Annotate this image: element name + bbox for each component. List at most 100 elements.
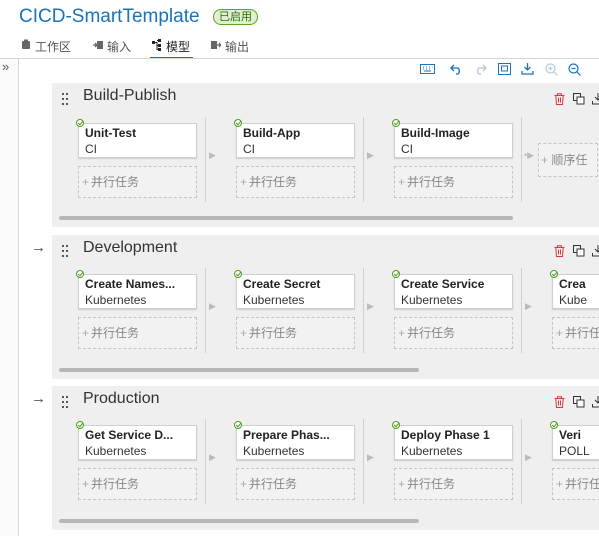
undo-icon[interactable] <box>447 60 465 78</box>
pipeline-canvas[interactable]: Build-Publish Unit-Test CI + 并行任务 ▶ Build… <box>20 59 599 536</box>
add-parallel-task-label: 并行任务 <box>249 175 298 189</box>
add-parallel-task-label: 并行任务 <box>407 326 456 340</box>
stage-name: Production <box>83 390 160 407</box>
task-card[interactable]: Deploy Phase 1 Kubernetes <box>392 421 513 460</box>
task-type: Kubernetes <box>243 444 305 458</box>
stage-name: Development <box>83 239 178 256</box>
add-parallel-task[interactable]: +并行任务 <box>394 317 513 349</box>
add-parallel-task[interactable]: +并行任务 <box>236 317 355 349</box>
column-divider <box>363 268 364 353</box>
stage-arrow-icon: → <box>31 239 46 256</box>
add-parallel-task[interactable]: +并行任务 <box>394 468 513 500</box>
task-card[interactable]: Unit-Test CI <box>76 119 197 158</box>
connector-arrow-icon: ▶ <box>209 452 216 462</box>
column-divider <box>521 419 522 504</box>
check-icon <box>392 421 400 429</box>
task-card[interactable]: Build-Image CI <box>392 119 513 158</box>
tab-label: 输出 <box>225 40 250 54</box>
task-name: Create Secret <box>243 277 321 291</box>
drag-handle-icon[interactable] <box>62 245 70 257</box>
check-icon <box>76 119 84 127</box>
download-icon[interactable] <box>592 244 599 257</box>
delete-icon[interactable] <box>554 244 566 257</box>
check-icon <box>76 421 84 429</box>
add-sequential-task[interactable]: + 顺序任 <box>538 143 598 177</box>
task-card[interactable]: Crea Kube <box>550 270 599 309</box>
add-parallel-task[interactable]: +并行任务 <box>236 166 355 198</box>
tab-label: 工作区 <box>35 40 72 54</box>
task-type: Kubernetes <box>401 293 463 307</box>
task-card[interactable]: Veri POLL <box>550 421 599 460</box>
stage-build-publish[interactable]: Build-Publish Unit-Test CI + 并行任务 ▶ Build… <box>52 83 599 227</box>
plus-icon: + <box>398 477 406 491</box>
model-icon <box>152 39 162 51</box>
add-parallel-task[interactable]: +并行任务 <box>78 166 197 198</box>
stage-actions <box>554 244 599 257</box>
add-parallel-task[interactable]: +并行任务 <box>394 166 513 198</box>
task-card[interactable]: Prepare Phas... Kubernetes <box>234 421 355 460</box>
column-divider <box>521 268 522 353</box>
zoom-in-icon[interactable] <box>542 60 560 78</box>
horizontal-scrollbar[interactable] <box>59 519 419 523</box>
add-parallel-task-label: 并行任务 <box>565 477 599 491</box>
zoom-out-icon[interactable] <box>565 60 583 78</box>
check-icon <box>550 270 558 278</box>
add-parallel-task-label: 并行任务 <box>91 326 140 340</box>
stage-actions <box>554 92 599 105</box>
connector-arrow-icon: ▶ <box>209 150 216 160</box>
task-card[interactable]: Create Names... Kubernetes <box>76 270 197 309</box>
check-icon <box>550 421 558 429</box>
keyboard-icon[interactable] <box>418 60 436 78</box>
drag-handle-icon[interactable] <box>62 396 70 408</box>
add-parallel-task[interactable]: +并行任务 <box>78 317 197 349</box>
drag-handle-icon[interactable] <box>62 93 70 105</box>
redo-icon[interactable] <box>471 60 489 78</box>
copy-icon[interactable] <box>573 244 585 257</box>
horizontal-scrollbar[interactable] <box>59 216 513 220</box>
task-card[interactable]: Get Service D... Kubernetes <box>76 421 197 460</box>
download-icon[interactable] <box>592 395 599 408</box>
download-icon[interactable] <box>592 92 599 105</box>
stage-name: Build-Publish <box>83 87 177 104</box>
add-parallel-task-label: 并行任务 <box>91 477 140 491</box>
stage-actions <box>554 395 599 408</box>
copy-icon[interactable] <box>573 92 585 105</box>
tab-output[interactable]: 输出 <box>211 38 249 58</box>
plus-icon: + <box>398 326 406 340</box>
plus-icon: + <box>398 175 406 189</box>
fit-view-icon[interactable] <box>495 60 513 78</box>
add-parallel-task[interactable]: +并行任务 <box>236 468 355 500</box>
add-parallel-task[interactable]: +并行任务 <box>552 317 599 349</box>
expand-panel-icon[interactable]: » <box>2 59 9 74</box>
connector-arrow-icon: ▶ <box>209 301 216 311</box>
delete-icon[interactable] <box>554 92 566 105</box>
task-name: Create Service <box>401 277 485 291</box>
add-parallel-task[interactable]: +并行任务 <box>78 468 197 500</box>
stage-development[interactable]: Development Create Names... Kubernetes +… <box>52 235 599 379</box>
task-type: POLL <box>559 444 590 458</box>
check-icon <box>392 270 400 278</box>
connector-arrow-icon: ▶ <box>525 452 532 462</box>
task-type: Kubernetes <box>85 444 147 458</box>
task-name: Build-App <box>243 126 301 140</box>
add-parallel-task[interactable]: +并行任务 <box>552 468 599 500</box>
horizontal-scrollbar[interactable] <box>59 368 419 372</box>
task-type: Kubernetes <box>243 293 305 307</box>
copy-icon[interactable] <box>573 395 585 408</box>
task-card[interactable]: Create Service Kubernetes <box>392 270 513 309</box>
plus-icon: + <box>556 326 564 340</box>
task-card[interactable]: Build-App CI <box>234 119 355 158</box>
check-icon <box>234 270 242 278</box>
stage-production[interactable]: Production Get Service D... Kubernetes +… <box>52 386 599 530</box>
tab-input[interactable]: 输入 <box>93 38 131 58</box>
task-card[interactable]: Create Secret Kubernetes <box>234 270 355 309</box>
stage-arrow-icon: → <box>31 390 46 407</box>
connector-arrow-icon: ▶ <box>525 301 532 311</box>
plus-icon: + <box>240 326 248 340</box>
delete-icon[interactable] <box>554 395 566 408</box>
tab-workspace[interactable]: 工作区 <box>21 38 71 58</box>
check-icon <box>234 119 242 127</box>
tab-model[interactable]: 模型 <box>149 38 194 59</box>
task-type: Kube <box>559 293 588 307</box>
download-icon[interactable] <box>518 60 536 78</box>
